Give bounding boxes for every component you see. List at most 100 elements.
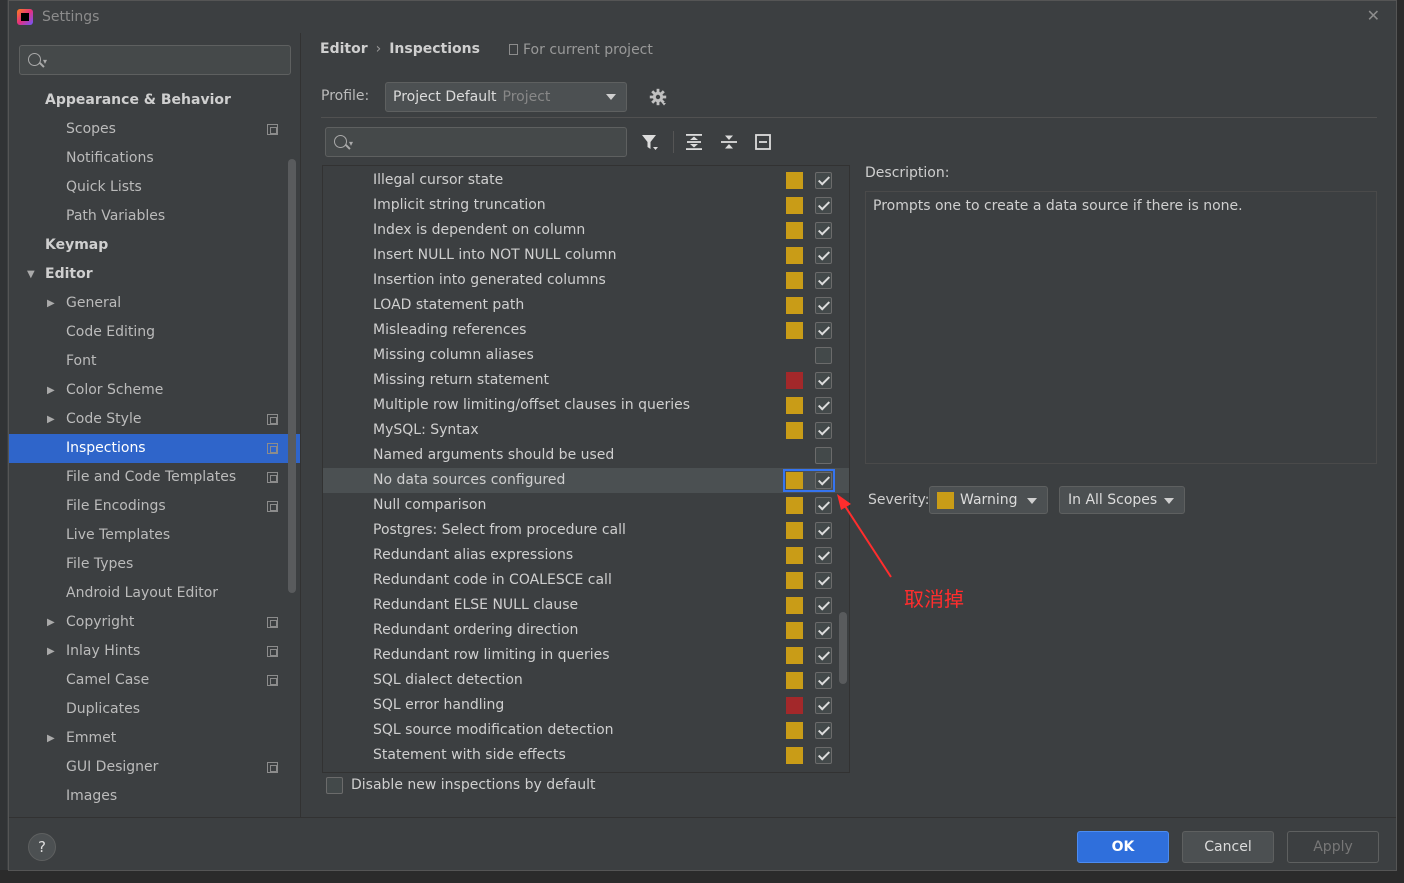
inspection-row[interactable]: Redundant alias expressions bbox=[323, 543, 849, 568]
sidebar-item-notifications[interactable]: Notifications bbox=[9, 144, 300, 173]
inspection-row[interactable]: LOAD statement path bbox=[323, 293, 849, 318]
inspection-row[interactable]: SQL dialect detection bbox=[323, 668, 849, 693]
inspection-row[interactable]: Redundant code in COALESCE call bbox=[323, 568, 849, 593]
profile-select[interactable]: Project Default Project bbox=[385, 82, 627, 112]
sidebar-item-android-layout-editor[interactable]: Android Layout Editor bbox=[9, 579, 300, 608]
reset-to-default-icon[interactable] bbox=[754, 133, 772, 151]
inspection-row[interactable]: Missing column aliases bbox=[323, 343, 849, 368]
apply-button[interactable]: Apply bbox=[1287, 831, 1379, 863]
sidebar-item-live-templates[interactable]: Live Templates bbox=[9, 521, 300, 550]
inspection-row[interactable]: Illegal cursor state bbox=[323, 168, 849, 193]
search-icon bbox=[28, 53, 41, 66]
filter-icon[interactable] bbox=[641, 133, 659, 151]
scope-select[interactable]: In All Scopes bbox=[1059, 486, 1185, 514]
inspection-enabled-checkbox[interactable] bbox=[815, 447, 832, 464]
inspection-enabled-checkbox[interactable] bbox=[815, 397, 832, 414]
sidebar-item-editor[interactable]: ▼ Editor bbox=[9, 260, 300, 289]
expand-all-icon[interactable] bbox=[685, 133, 703, 151]
inspection-row[interactable]: Implicit string truncation bbox=[323, 193, 849, 218]
severity-select[interactable]: Warning bbox=[929, 486, 1048, 514]
inspection-row[interactable]: Redundant row limiting in queries bbox=[323, 643, 849, 668]
tree-collapsed-arrow-icon[interactable]: ▶ bbox=[47, 405, 55, 434]
inspection-row[interactable]: Statement with side effects bbox=[323, 743, 849, 768]
collapse-all-icon[interactable] bbox=[720, 133, 738, 151]
sidebar-item-code-style[interactable]: ▶ Code Style bbox=[9, 405, 300, 434]
inspection-search-input[interactable]: ▾ bbox=[325, 127, 627, 157]
sidebar-item-scopes[interactable]: Scopes bbox=[9, 115, 300, 144]
sidebar-item-emmet[interactable]: ▶ Emmet bbox=[9, 724, 300, 753]
warning-severity-swatch bbox=[786, 297, 803, 314]
help-button[interactable]: ? bbox=[28, 833, 56, 861]
sidebar-scrollbar[interactable] bbox=[288, 159, 296, 593]
sidebar-item-quick-lists[interactable]: Quick Lists bbox=[9, 173, 300, 202]
inspection-enabled-checkbox[interactable] bbox=[815, 172, 832, 189]
inspection-row[interactable]: Multiple row limiting/offset clauses in … bbox=[323, 393, 849, 418]
inspection-enabled-checkbox[interactable] bbox=[815, 422, 832, 439]
inspection-enabled-checkbox[interactable] bbox=[815, 222, 832, 239]
inspection-enabled-checkbox[interactable] bbox=[815, 322, 832, 339]
sidebar-item-inlay-hints[interactable]: ▶ Inlay Hints bbox=[9, 637, 300, 666]
sidebar-item-duplicates[interactable]: Duplicates bbox=[9, 695, 300, 724]
inspection-list-scrollbar[interactable] bbox=[839, 612, 847, 684]
inspection-row[interactable]: Index is dependent on column bbox=[323, 218, 849, 243]
inspection-row[interactable]: Postgres: Select from procedure call bbox=[323, 518, 849, 543]
inspection-enabled-checkbox[interactable] bbox=[815, 722, 832, 739]
inspection-enabled-checkbox[interactable] bbox=[815, 647, 832, 664]
inspection-enabled-checkbox[interactable] bbox=[815, 272, 832, 289]
sidebar-item-copyright[interactable]: ▶ Copyright bbox=[9, 608, 300, 637]
annotation-note: 取消掉 bbox=[904, 587, 964, 611]
inspection-row[interactable]: Redundant ordering direction bbox=[323, 618, 849, 643]
tree-collapsed-arrow-icon[interactable]: ▶ bbox=[47, 724, 55, 753]
sidebar-item-file-and-code-templates[interactable]: File and Code Templates bbox=[9, 463, 300, 492]
cancel-button[interactable]: Cancel bbox=[1182, 831, 1274, 863]
sidebar-item-images[interactable]: Images bbox=[9, 782, 300, 811]
sidebar-item-path-variables[interactable]: Path Variables bbox=[9, 202, 300, 231]
inspection-list: Illegal cursor state Implicit string trun… bbox=[322, 165, 850, 773]
sidebar-item-file-encodings[interactable]: File Encodings bbox=[9, 492, 300, 521]
inspection-row[interactable]: SQL source modification detection bbox=[323, 718, 849, 743]
sidebar-item-code-editing[interactable]: Code Editing bbox=[9, 318, 300, 347]
settings-search-input[interactable]: ▾ bbox=[19, 45, 291, 75]
sidebar-item-gui-designer[interactable]: GUI Designer bbox=[9, 753, 300, 782]
inspection-row[interactable]: Redundant ELSE NULL clause bbox=[323, 593, 849, 618]
inspection-row[interactable]: No data sources configured bbox=[323, 468, 849, 493]
inspection-enabled-checkbox[interactable] bbox=[815, 697, 832, 714]
breadcrumb-editor[interactable]: Editor bbox=[320, 41, 368, 57]
inspection-row[interactable]: Missing return statement bbox=[323, 368, 849, 393]
tree-collapsed-arrow-icon[interactable]: ▶ bbox=[47, 608, 55, 637]
inspection-row[interactable]: Insertion into generated columns bbox=[323, 268, 849, 293]
disable-new-inspections-checkbox[interactable] bbox=[326, 777, 343, 794]
inspection-row[interactable]: Named arguments should be used bbox=[323, 443, 849, 468]
inspection-row[interactable]: SQL error handling bbox=[323, 693, 849, 718]
tree-collapsed-arrow-icon[interactable]: ▶ bbox=[47, 289, 55, 318]
inspection-enabled-checkbox[interactable] bbox=[815, 247, 832, 264]
sidebar-item-keymap[interactable]: Keymap bbox=[9, 231, 300, 260]
warning-severity-swatch bbox=[786, 547, 803, 564]
tree-collapsed-arrow-icon[interactable]: ▶ bbox=[47, 376, 55, 405]
inspection-enabled-checkbox[interactable] bbox=[815, 372, 832, 389]
inspection-enabled-checkbox[interactable] bbox=[815, 347, 832, 364]
inspection-row[interactable]: Insert NULL into NOT NULL column bbox=[323, 243, 849, 268]
sidebar-item-font[interactable]: Font bbox=[9, 347, 300, 376]
inspection-enabled-checkbox[interactable] bbox=[815, 597, 832, 614]
sidebar-item-color-scheme[interactable]: ▶ Color Scheme bbox=[9, 376, 300, 405]
inspection-enabled-checkbox[interactable] bbox=[815, 747, 832, 764]
search-dropdown-caret-icon: ▾ bbox=[43, 57, 48, 66]
inspection-enabled-checkbox[interactable] bbox=[815, 297, 832, 314]
sidebar-item-inspections[interactable]: Inspections bbox=[9, 434, 300, 463]
close-icon[interactable]: ✕ bbox=[1367, 6, 1380, 25]
inspection-row[interactable]: Null comparison bbox=[323, 493, 849, 518]
sidebar-item-camel-case[interactable]: Camel Case bbox=[9, 666, 300, 695]
tree-collapsed-arrow-icon[interactable]: ▶ bbox=[47, 637, 55, 666]
sidebar-item-general[interactable]: ▶ General bbox=[9, 289, 300, 318]
inspection-enabled-checkbox[interactable] bbox=[815, 622, 832, 639]
ok-button[interactable]: OK bbox=[1077, 831, 1169, 863]
sidebar-item-appearance-behavior[interactable]: Appearance & Behavior bbox=[9, 86, 300, 115]
inspection-enabled-checkbox[interactable] bbox=[815, 197, 832, 214]
inspection-row[interactable]: Misleading references bbox=[323, 318, 849, 343]
inspection-enabled-checkbox[interactable] bbox=[815, 672, 832, 689]
inspection-row[interactable]: MySQL: Syntax bbox=[323, 418, 849, 443]
sidebar-item-file-types[interactable]: File Types bbox=[9, 550, 300, 579]
gear-icon[interactable] bbox=[649, 88, 667, 106]
tree-expanded-arrow-icon[interactable]: ▼ bbox=[27, 260, 35, 289]
